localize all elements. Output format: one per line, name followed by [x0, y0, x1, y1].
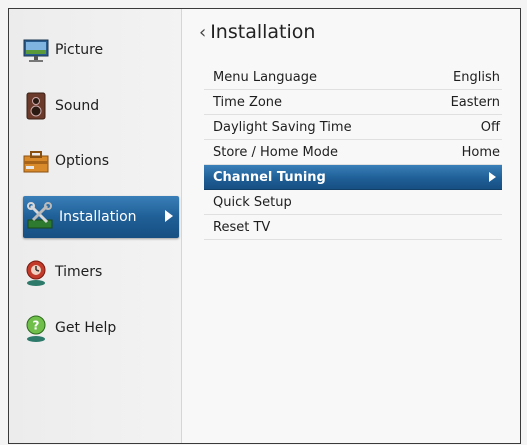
sidebar-item-label: Picture [55, 42, 104, 58]
alarm-icon [26, 260, 46, 286]
main-panel: ‹ Installation Menu Language English Tim… [182, 9, 520, 443]
menu-row-quick-setup[interactable]: Quick Setup [204, 190, 502, 215]
sidebar-item-get-help[interactable]: ? Get Help [19, 307, 179, 349]
row-label: Time Zone [213, 94, 283, 110]
sidebar-item-label: Options [55, 153, 110, 169]
menu-row-menu-language[interactable]: Menu Language English [204, 65, 502, 90]
menu-row-channel-tuning[interactable]: Channel Tuning [204, 165, 502, 190]
sidebar: Picture Sound Options Installation Timer… [9, 9, 182, 443]
sidebar-item-installation[interactable]: Installation [23, 196, 179, 238]
row-label: Store / Home Mode [213, 144, 338, 160]
tools-icon [27, 202, 53, 229]
chevron-right-icon [489, 172, 496, 182]
row-value: Home [461, 144, 500, 160]
row-value: Off [480, 119, 500, 135]
menu-row-reset-tv[interactable]: Reset TV [204, 215, 502, 240]
sidebar-item-options[interactable]: Options [19, 140, 179, 182]
menu-row-time-zone[interactable]: Time Zone Eastern [204, 90, 502, 115]
tv-menu-window: Picture Sound Options Installation Timer… [8, 8, 521, 444]
row-label: Quick Setup [213, 194, 292, 210]
sidebar-item-label: Get Help [55, 320, 117, 336]
row-value: Eastern [450, 94, 500, 110]
settings-list: Menu Language English Time Zone Eastern … [204, 65, 502, 240]
menu-row-store-home-mode[interactable]: Store / Home Mode Home [204, 140, 502, 165]
sidebar-item-label: Installation [59, 209, 137, 225]
chevron-left-icon[interactable]: ‹ [199, 22, 206, 43]
sidebar-item-sound[interactable]: Sound [19, 85, 179, 127]
sidebar-item-label: Timers [55, 264, 103, 280]
page-title-text: Installation [210, 21, 316, 43]
toolbox-icon [23, 151, 49, 173]
row-label: Menu Language [213, 69, 317, 85]
monitor-icon [23, 39, 49, 62]
row-label: Channel Tuning [213, 169, 326, 185]
sidebar-item-timers[interactable]: Timers [19, 251, 179, 293]
row-label: Daylight Saving Time [213, 119, 352, 135]
chevron-right-icon [165, 210, 173, 222]
page-title: ‹ Installation [199, 21, 315, 43]
help-icon: ? [26, 315, 46, 342]
sidebar-item-label: Sound [55, 98, 100, 114]
sidebar-item-picture[interactable]: Picture [19, 29, 179, 71]
speaker-icon [26, 92, 46, 120]
menu-row-daylight-saving-time[interactable]: Daylight Saving Time Off [204, 115, 502, 140]
row-label: Reset TV [213, 219, 271, 235]
svg-text:?: ? [33, 319, 40, 333]
row-value: English [453, 69, 500, 85]
